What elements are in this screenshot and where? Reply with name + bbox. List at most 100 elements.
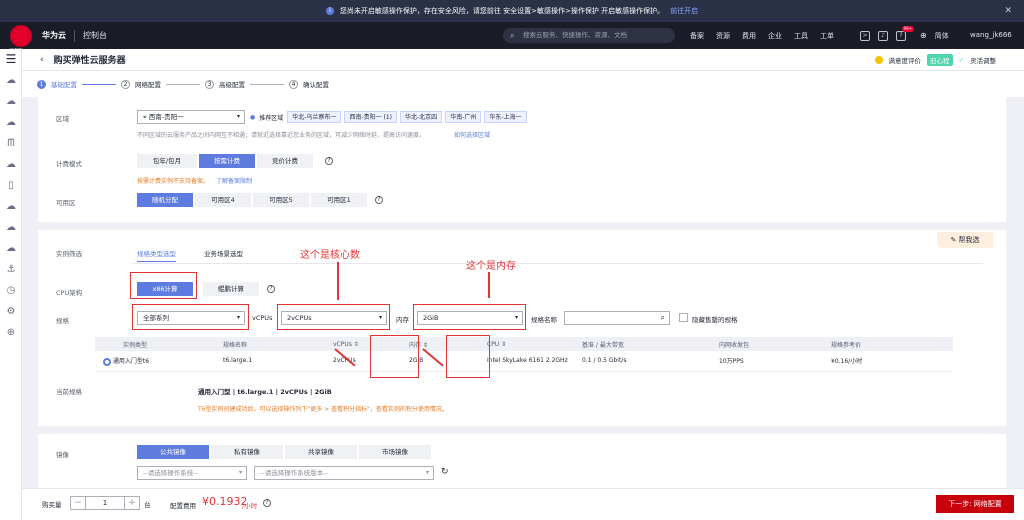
chart-icon[interactable]: ᗰ [0,133,22,154]
bell-icon[interactable]: ♪ [878,30,888,41]
spec-label: 规格 [56,317,69,325]
step-label: 高级配置 [219,81,245,89]
region-tag[interactable]: 西南-贵阳一 (1) [344,111,398,123]
user-menu[interactable]: wang_jk666 [970,22,1012,49]
az-option[interactable]: 可用区1 [311,193,367,207]
cloud-cdn-icon[interactable]: ☁ [0,217,22,238]
document-icon[interactable]: ▯ [0,175,22,196]
az-option[interactable]: 可用区5 [253,193,309,207]
help-icon[interactable]: ? [375,196,383,204]
step-number: 2 [121,79,130,89]
table-row[interactable]: 通用入门型t6 t6.large.1 2vCPUs 2GiB Intel Sky… [95,351,953,372]
image-panel: 镜像 公共镜像 私有镜像 共享镜像 市场镜像 --请选择操作系统-- ▾ --请选… [38,434,1006,488]
bottom-bar: 购买量 − 1 + 台 配置费用 ¥0.1932 /小时 ? 下一步: 网络配置 [22,488,1024,520]
nav-cost[interactable]: 费用 [742,31,756,41]
tab-private-image[interactable]: 私有镜像 [211,445,283,459]
os-version-select[interactable]: --请选择操作系统版本-- ▾ [254,466,434,480]
billing-options: 包年/包月 按需计费 竞价计费 ? [137,154,333,168]
quantity-stepper: − 1 + [70,496,140,510]
billing-option[interactable]: 按需计费 [199,154,255,168]
clock-icon[interactable]: ◷ [0,280,22,301]
help-icon[interactable]: ? [267,285,275,293]
region-tag[interactable]: 华南-广州 [445,111,482,123]
region-label: 区域 [56,115,69,123]
cell: 通用入门型t6 [112,358,150,365]
az-label: 可用区 [56,199,76,207]
annotation-box [370,335,419,378]
memory-label: 内存 [396,316,409,324]
tab-public-image[interactable]: 公共镜像 [137,445,209,459]
region-tag[interactable]: 华北-乌兰察布一 [287,111,342,123]
annotation-box [130,272,197,299]
quantity-input[interactable]: 1 [85,497,125,509]
settings-icon[interactable]: ⚙ [0,301,22,322]
tab-market-image[interactable]: 市场镜像 [359,445,431,459]
language-switch[interactable]: 简体 [935,31,949,41]
arrow-down-icon [337,262,339,300]
col-header[interactable]: CPU ⇕ [479,337,574,351]
help-icon[interactable]: ? [263,499,271,507]
tab-scenario[interactable]: 业务场景选型 [204,248,243,258]
anchor-icon[interactable]: ⚓ [0,259,22,280]
back-arrow-icon[interactable]: ‹ [40,55,44,65]
az-option[interactable]: 随机分配 [137,193,193,207]
menu-icon[interactable]: ☰ [0,49,22,70]
region-tag[interactable]: 华北-北京四 [400,111,443,123]
step-line [166,83,200,85]
top-navbar: HUAWEI 华为云 控制台 ⌕搜索云服务、快捷操作、资源、文档 备案 资源 费… [0,22,1024,51]
cloud-db-icon[interactable]: ☁ [0,154,22,175]
help-choose-button[interactable]: ✎ 帮我选 [937,232,993,248]
cloud-storage-icon[interactable]: ☁ [0,112,22,133]
beta-badge[interactable]: 旧心程 [927,53,953,66]
globe-icon[interactable]: ⊕ [0,322,22,343]
terminal-icon[interactable]: > [860,30,870,41]
notice-text: 您尚未开启敏感操作保护，存在安全风险，请您前往 安全设置>敏感操作>操作保护 开… [339,7,665,15]
huawei-logo[interactable]: HUAWEI [10,24,32,51]
cloud-icon[interactable]: ☁ [0,70,22,91]
cloud-server-icon[interactable]: ☁ [0,91,22,112]
flexible-link[interactable]: 灵活调整 [970,55,996,65]
cloud-network-icon[interactable]: ☁ [0,196,22,217]
row-radio[interactable] [103,357,111,366]
search-icon: ⌕ [660,313,665,322]
region-help-link[interactable]: 如何选择区域 [454,130,490,139]
refresh-icon[interactable]: ↻ [441,467,449,477]
annotation-box [446,335,490,378]
help-icon[interactable]: ? [325,157,333,165]
region-select[interactable]: ⌖ 西南-贵阳一 ▾ [137,110,245,124]
tab-shared-image[interactable]: 共享镜像 [285,445,357,459]
tab-spec-type[interactable]: 规格类型选型 [137,248,176,262]
satisfaction-link[interactable]: 满意度评价 [889,55,922,65]
search-input[interactable]: ⌕ 搜索云服务、快捷操作、资源、文档 [503,28,675,43]
minus-button[interactable]: − [71,497,85,509]
nav-tools[interactable]: 工具 [794,31,808,41]
nav-resource[interactable]: 资源 [716,31,730,41]
close-icon[interactable]: ✕ [1004,6,1012,16]
console-link[interactable]: 控制台 [83,30,107,41]
globe-icon[interactable]: ⊕ [920,31,927,40]
cloud-dns-icon[interactable]: ☁ [0,238,22,259]
step-number: 1 [37,79,46,89]
cpu-arch-kunpeng[interactable]: 鲲鹏计算 [203,282,259,296]
next-step-button[interactable]: 下一步: 网络配置 [936,495,1014,513]
billing-option[interactable]: 竞价计费 [257,154,313,168]
az-option[interactable]: 可用区4 [195,193,251,207]
nav-enterprise[interactable]: 企业 [768,31,782,41]
region-tag[interactable]: 华东-上海一 [484,111,527,123]
recommend-label: 推荐区域 [259,114,284,122]
help-icon[interactable]: ? 99+ [896,25,914,41]
recommend-icon: ● [250,113,256,121]
nav-beian[interactable]: 备案 [690,31,704,41]
brand-name[interactable]: 华为云 [42,30,66,41]
hide-sold-checkbox[interactable] [679,313,688,322]
os-select[interactable]: --请选择操作系统-- ▾ [137,466,247,480]
plus-button[interactable]: + [125,497,139,509]
notice-link[interactable]: 前往开启 [670,6,698,16]
nav-ticket[interactable]: 工单 [820,31,834,41]
billing-warning-link[interactable]: 了解备案限制 [216,176,252,185]
spec-name-input[interactable]: ⌕ [564,311,670,325]
image-tabs: 公共镜像 私有镜像 共享镜像 市场镜像 [137,445,433,459]
billing-option[interactable]: 包年/包月 [137,154,197,168]
cell: Intel SkyLake 6161 2.2GHz [479,351,574,372]
divider [133,263,983,264]
